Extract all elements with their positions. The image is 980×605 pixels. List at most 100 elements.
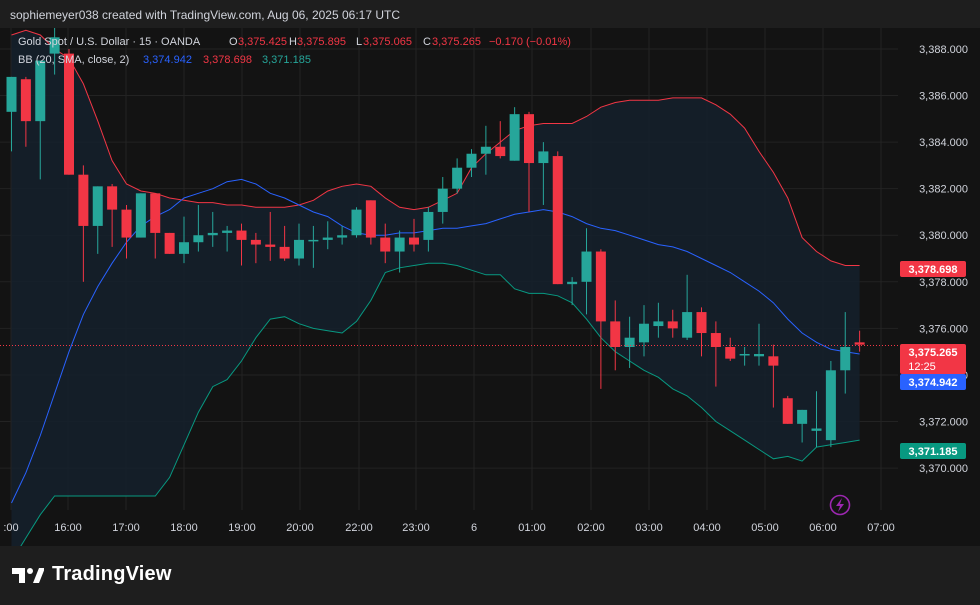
current-price-badge: 3,375.265 12:25	[900, 344, 966, 374]
candle-body	[552, 156, 563, 285]
price-chart[interactable]: 3,370.0003,372.0003,374.0003,376.0003,37…	[0, 28, 980, 546]
candle[interactable]	[135, 193, 146, 238]
candle-body	[121, 209, 132, 238]
upper-band-badge: 3,378.698	[900, 261, 966, 277]
candle-body	[365, 200, 376, 238]
chart-attribution: sophiemeyer038 created with TradingView.…	[10, 8, 401, 22]
svg-text:3,371.185: 3,371.185	[909, 446, 958, 458]
candle-body	[193, 235, 204, 243]
candle-body	[150, 193, 161, 233]
candle-body	[20, 79, 31, 122]
candle-body	[480, 146, 491, 154]
candle-body	[782, 398, 793, 424]
svg-text:3,375.065: 3,375.065	[363, 36, 412, 48]
price-tick-label: 3,378.000	[919, 277, 968, 289]
candle[interactable]	[552, 151, 563, 285]
svg-text:3,371.185: 3,371.185	[262, 54, 311, 66]
price-tick-label: 3,376.000	[919, 323, 968, 335]
candle-body	[107, 186, 118, 210]
time-tick-label: 19:00	[228, 522, 256, 534]
time-tick-label: 03:00	[635, 522, 663, 534]
legend-change: −0.170 (−0.01%)	[489, 36, 571, 48]
price-tick-label: 3,382.000	[919, 184, 968, 196]
time-tick-label: :00	[3, 522, 18, 534]
candle-body	[466, 153, 477, 168]
candle[interactable]	[782, 395, 793, 424]
svg-text:3,374.942: 3,374.942	[143, 54, 192, 66]
svg-text:−0.170 (−0.01%): −0.170 (−0.01%)	[489, 36, 571, 48]
candle-body	[811, 428, 822, 431]
candle-body	[423, 211, 434, 240]
time-tick-label: 02:00	[577, 522, 605, 534]
candle[interactable]	[509, 107, 520, 161]
candle-body	[35, 60, 46, 122]
legend-l-label: L	[356, 36, 362, 48]
time-tick-label: 01:00	[518, 522, 546, 534]
legend-bb-basis: 3,374.942	[143, 54, 192, 66]
basis-badge: 3,374.942	[900, 374, 966, 390]
time-tick-label: 17:00	[112, 522, 140, 534]
lower-band-badge: 3,371.185	[900, 443, 966, 459]
candle-body	[250, 239, 261, 245]
candle-body	[538, 151, 549, 164]
svg-text:BB (20, SMA, close, 2): BB (20, SMA, close, 2)	[18, 54, 129, 66]
candle[interactable]	[64, 48, 74, 175]
legend-bb-label: BB (20, SMA, close, 2)	[18, 54, 129, 66]
candle[interactable]	[164, 232, 175, 254]
time-tick-label: 22:00	[345, 522, 373, 534]
candle-body	[6, 76, 17, 112]
candle-body	[179, 242, 189, 254]
candle-body	[825, 370, 836, 441]
candle-body	[524, 114, 534, 164]
candle-body	[265, 244, 276, 247]
candle-body	[380, 237, 391, 252]
candle[interactable]	[825, 360, 836, 448]
candle-body	[92, 186, 103, 226]
svg-text:O: O	[229, 36, 238, 48]
candle-body	[409, 237, 419, 245]
price-tick-label: 3,388.000	[919, 44, 968, 56]
legend-bb-lower: 3,371.185	[262, 54, 311, 66]
candle-body	[64, 53, 74, 175]
candle-body	[164, 232, 175, 254]
svg-text:L: L	[356, 36, 362, 48]
legend-bb-upper: 3,378.698	[203, 54, 252, 66]
candle-body	[78, 174, 89, 226]
legend-o-label: O	[229, 36, 238, 48]
candle-body	[595, 251, 606, 322]
tradingview-wordmark: TradingView	[52, 563, 172, 585]
tradingview-logo[interactable]: TradingView	[12, 563, 172, 586]
candle-body	[509, 114, 520, 161]
candle[interactable]	[351, 207, 362, 238]
legend-c-label: C	[423, 36, 431, 48]
candle-body	[351, 209, 362, 236]
time-tick-label: 05:00	[751, 522, 779, 534]
svg-text:3,374.942: 3,374.942	[909, 377, 958, 389]
svg-text:Gold Spot / U.S. Dollar · 15 ·: Gold Spot / U.S. Dollar · 15 · OANDA	[18, 36, 201, 48]
candle-body	[308, 239, 319, 242]
price-tick-label: 3,386.000	[919, 91, 968, 103]
candle-body	[768, 356, 779, 366]
candle-body	[696, 312, 707, 334]
candle-body	[294, 239, 304, 259]
candle-body	[207, 232, 218, 236]
candle-body	[135, 193, 146, 238]
candle-body	[222, 230, 233, 233]
time-tick-label: 16:00	[54, 522, 82, 534]
time-tick-label: 18:00	[170, 522, 198, 534]
time-tick-label: 04:00	[693, 522, 721, 534]
time-tick-label: 23:00	[402, 522, 430, 534]
svg-text:3,375.265: 3,375.265	[909, 347, 958, 359]
legend-o-value: 3,375.425	[238, 36, 287, 48]
svg-text:3,375.895: 3,375.895	[297, 36, 346, 48]
price-tick-label: 3,380.000	[919, 230, 968, 242]
legend-h-label: H	[289, 36, 297, 48]
candle-body	[667, 321, 678, 329]
time-tick-label: 07:00	[867, 522, 895, 534]
svg-text:H: H	[289, 36, 297, 48]
candle-body	[682, 312, 693, 338]
legend-c-value: 3,375.265	[432, 36, 481, 48]
svg-text:3,375.425: 3,375.425	[238, 36, 287, 48]
time-tick-label: 06:00	[809, 522, 837, 534]
svg-text:3,375.265: 3,375.265	[432, 36, 481, 48]
